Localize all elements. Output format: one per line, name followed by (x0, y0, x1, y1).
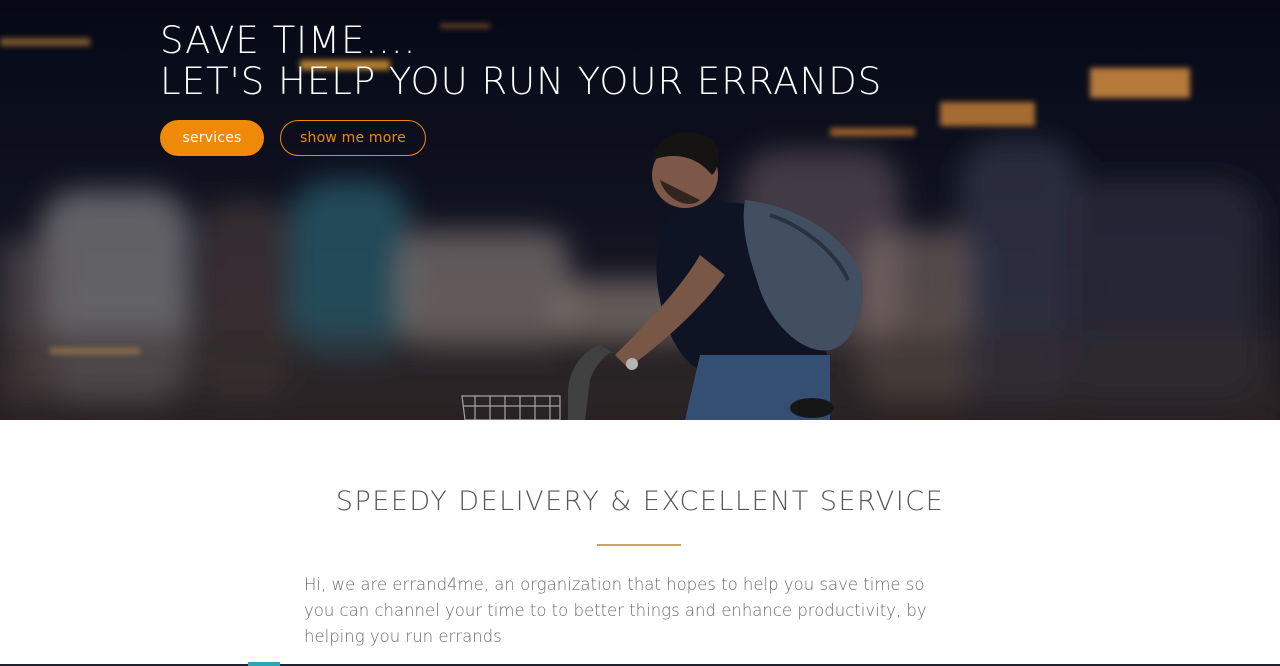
services-button[interactable]: services (160, 120, 264, 156)
hero-headline-line-1: SAVE TIME.... (160, 19, 417, 62)
hero-headline: SAVE TIME.... LET'S HELP YOU RUN YOUR ER… (160, 20, 882, 102)
show-me-more-button[interactable]: show me more (280, 120, 426, 156)
bottom-edge-accent (248, 662, 280, 666)
section-title: SPEEDY DELIVERY & EXCELLENT SERVICE (335, 486, 945, 517)
hero-headline-line-2: LET'S HELP YOU RUN YOUR ERRANDS (160, 60, 883, 103)
intro-paragraph: Hi, we are errand4me, an organization th… (304, 575, 927, 646)
title-divider (597, 544, 681, 546)
hero-section: SAVE TIME.... LET'S HELP YOU RUN YOUR ER… (0, 0, 1280, 420)
